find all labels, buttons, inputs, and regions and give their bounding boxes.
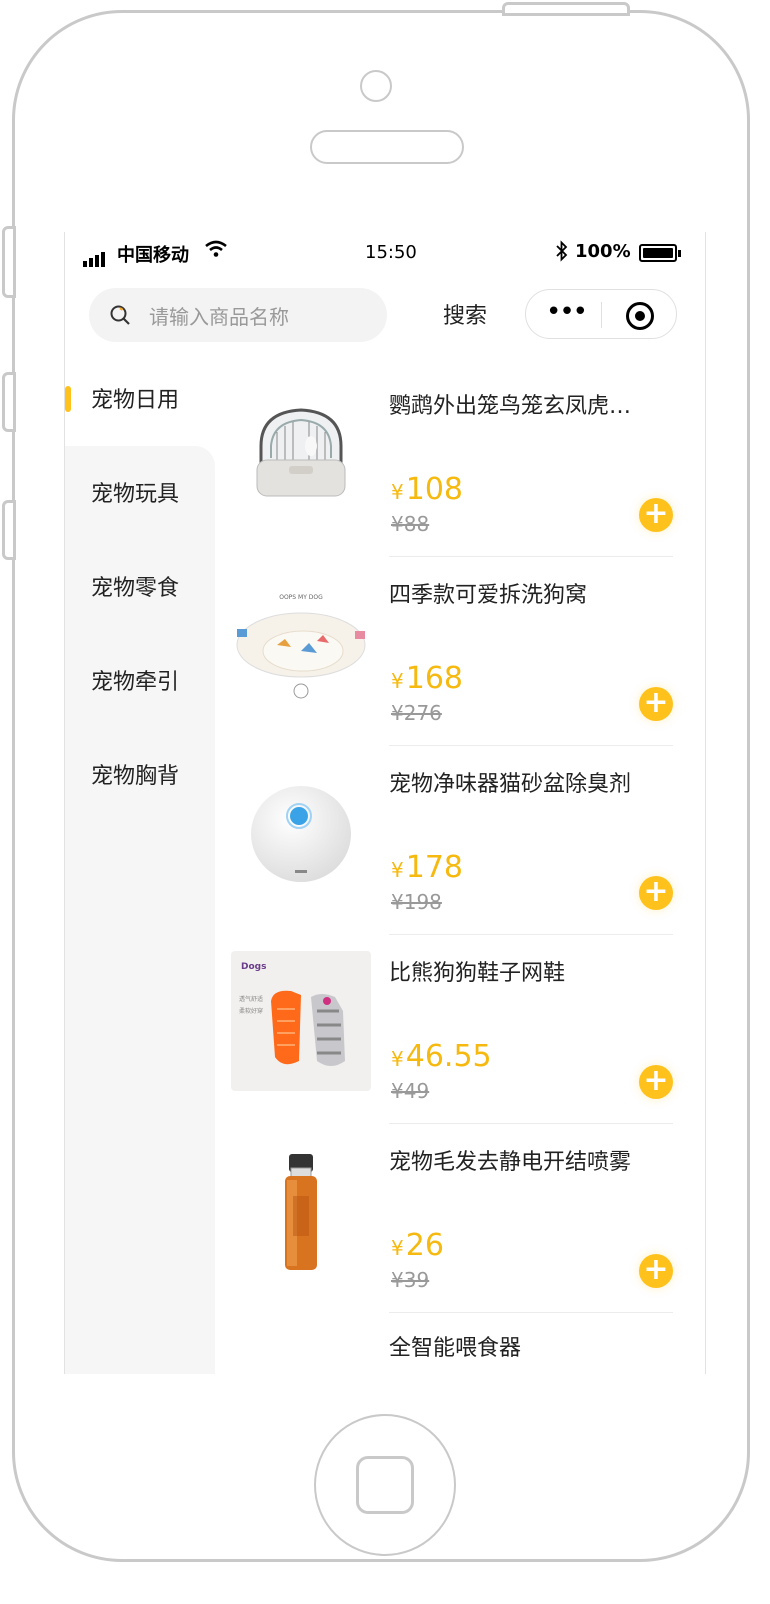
battery-percentage: 100% (575, 241, 631, 262)
battery-tip (678, 250, 681, 257)
product-name: 宠物净味器猫砂盆除臭剂 (389, 772, 632, 797)
front-camera (360, 70, 392, 102)
product-price: ¥178 (391, 850, 463, 885)
carrier-label: 中国移动 (117, 245, 189, 266)
product-item[interactable]: 鹦鹉外出笼鸟笼玄凤虎… ¥108 ¥88 + (231, 368, 675, 557)
product-item[interactable]: OOPS MY DOG 四季款可爱拆洗狗窝 ¥168 ¥276 + (231, 557, 675, 746)
product-price: ¥46.55 (391, 1039, 492, 1074)
add-to-cart-button[interactable]: + (639, 498, 673, 532)
active-category-indicator (65, 386, 71, 412)
side-button-volume-down (2, 500, 16, 560)
home-button-square-icon (356, 1456, 414, 1514)
add-to-cart-button[interactable]: + (639, 876, 673, 910)
product-original-price: ¥198 (391, 890, 442, 914)
side-button-volume-up (2, 372, 16, 432)
product-name: 宠物毛发去静电开结喷雾 (389, 1150, 632, 1175)
product-name: 比熊狗狗鞋子网鞋 (389, 961, 566, 986)
status-time: 15:50 (365, 242, 417, 263)
category-item-daily[interactable]: 宠物日用 (91, 382, 179, 414)
product-original-price: ¥39 (391, 1268, 430, 1292)
product-image-dog-bed: OOPS MY DOG (231, 573, 371, 713)
battery-icon (639, 244, 677, 262)
side-button-power (502, 2, 630, 16)
search-input[interactable]: 请输入商品名称 (89, 288, 387, 342)
product-image-dog-shoes: Dogs 透气舒适 柔软好穿 (231, 951, 371, 1091)
app-screen: 中国移动 15:50 100% 请输入商品名称 搜索 ••• 宠物日用 宠物玩具… (64, 232, 706, 1374)
product-item[interactable]: Dogs 透气舒适 柔软好穿 比熊狗狗鞋子网鞋 ¥46.55 ¥49 + (231, 935, 675, 1124)
partial-product-name: 全智能喂食器 (389, 1336, 522, 1361)
product-price: ¥26 (391, 1228, 444, 1263)
category-item-toys[interactable]: 宠物玩具 (91, 476, 179, 508)
close-target-icon[interactable] (626, 302, 654, 330)
product-original-price: ¥88 (391, 512, 430, 536)
signal-icon (83, 246, 107, 267)
product-item[interactable]: 宠物毛发去静电开结喷雾 ¥26 ¥39 + (231, 1124, 675, 1313)
bluetooth-icon (555, 240, 569, 267)
category-sidebar: 宠物日用 宠物玩具 宠物零食 宠物牵引 宠物胸背 (65, 368, 215, 1374)
product-original-price: ¥49 (391, 1079, 430, 1103)
search-button[interactable]: 搜索 (443, 298, 487, 330)
mini-program-capsule: ••• (525, 289, 677, 339)
more-options-icon[interactable]: ••• (546, 299, 588, 328)
earpiece-speaker (310, 130, 464, 164)
product-name: 鹦鹉外出笼鸟笼玄凤虎… (389, 394, 632, 419)
category-item-leash[interactable]: 宠物牵引 (91, 664, 179, 696)
add-to-cart-button[interactable]: + (639, 1065, 673, 1099)
search-placeholder: 请输入商品名称 (149, 305, 289, 329)
product-item[interactable]: 宠物净味器猫砂盆除臭剂 ¥178 ¥198 + (231, 746, 675, 935)
side-button-silent (2, 226, 16, 298)
product-image-bird-carrier (231, 384, 371, 524)
svg-text:柔软好穿: 柔软好穿 (239, 1007, 263, 1015)
product-divider (389, 1312, 673, 1313)
status-bar: 中国移动 15:50 100% (65, 232, 705, 276)
add-to-cart-button[interactable]: + (639, 687, 673, 721)
product-original-price: ¥276 (391, 701, 442, 725)
wifi-icon (205, 240, 227, 263)
svg-text:OOPS MY DOG: OOPS MY DOG (279, 594, 323, 601)
category-item-snacks[interactable]: 宠物零食 (91, 570, 179, 602)
product-price: ¥168 (391, 661, 463, 696)
product-name: 四季款可爱拆洗狗窝 (389, 583, 588, 608)
capsule-divider (601, 302, 602, 328)
svg-text:透气舒适: 透气舒适 (239, 995, 263, 1003)
product-image-spray-bottle (231, 1140, 371, 1280)
add-to-cart-button[interactable]: + (639, 1254, 673, 1288)
svg-text:Dogs: Dogs (241, 962, 266, 972)
product-image-purifier (231, 762, 371, 902)
category-item-harness[interactable]: 宠物胸背 (91, 758, 179, 790)
search-icon (110, 305, 130, 325)
product-price: ¥108 (391, 472, 463, 507)
